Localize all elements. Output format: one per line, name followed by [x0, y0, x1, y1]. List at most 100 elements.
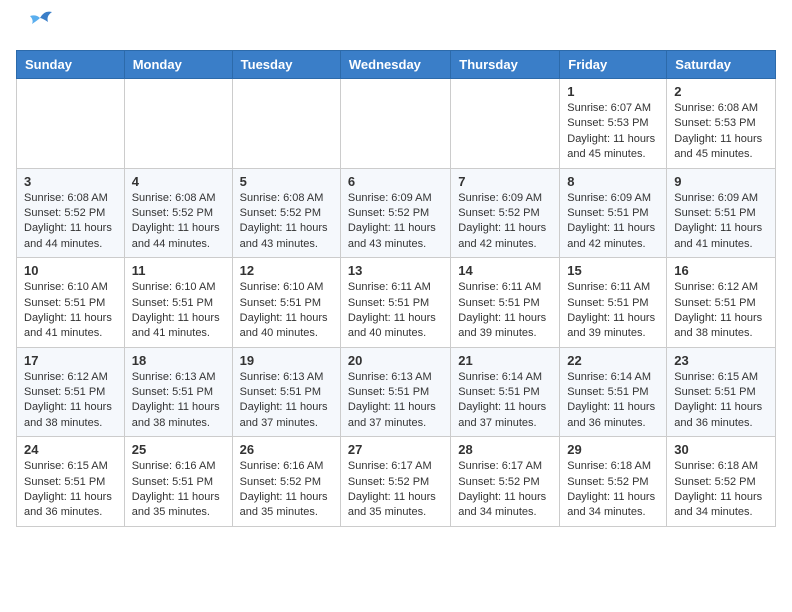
day-info: Sunrise: 6:11 AMSunset: 5:51 PMDaylight:… — [567, 280, 659, 342]
day-info: Sunrise: 6:12 AMSunset: 5:51 PMDaylight:… — [674, 280, 768, 342]
day-number: 18 — [132, 353, 225, 368]
day-info: Sunrise: 6:14 AMSunset: 5:51 PMDaylight:… — [567, 370, 659, 432]
calendar-empty-cell — [17, 79, 125, 169]
day-info: Sunrise: 6:08 AMSunset: 5:52 PMDaylight:… — [240, 191, 333, 253]
day-info: Sunrise: 6:09 AMSunset: 5:51 PMDaylight:… — [567, 191, 659, 253]
weekday-header-thursday: Thursday — [451, 51, 560, 79]
day-number: 30 — [674, 442, 768, 457]
day-number: 19 — [240, 353, 333, 368]
day-number: 11 — [132, 263, 225, 278]
calendar-day-cell: 30 Sunrise: 6:18 AMSunset: 5:52 PMDayligh… — [667, 437, 776, 527]
weekday-header-row: SundayMondayTuesdayWednesdayThursdayFrid… — [17, 51, 776, 79]
day-info: Sunrise: 6:07 AMSunset: 5:53 PMDaylight:… — [567, 101, 659, 163]
calendar-week-row: 24 Sunrise: 6:15 AMSunset: 5:51 PMDayligh… — [17, 437, 776, 527]
weekday-header-friday: Friday — [560, 51, 667, 79]
calendar-day-cell: 6 Sunrise: 6:09 AMSunset: 5:52 PMDaylight… — [340, 168, 450, 258]
calendar-day-cell: 22 Sunrise: 6:14 AMSunset: 5:51 PMDayligh… — [560, 347, 667, 437]
day-info: Sunrise: 6:18 AMSunset: 5:52 PMDaylight:… — [674, 459, 768, 521]
calendar-empty-cell — [340, 79, 450, 169]
calendar-day-cell: 24 Sunrise: 6:15 AMSunset: 5:51 PMDayligh… — [17, 437, 125, 527]
day-number: 22 — [567, 353, 659, 368]
calendar-day-cell: 28Sunrise: 6:17 AMSunset: 5:52 PMDayligh… — [451, 437, 560, 527]
logo — [16, 16, 58, 38]
day-number: 3 — [24, 174, 117, 189]
day-number: 2 — [674, 84, 768, 99]
day-number: 21 — [458, 353, 552, 368]
day-info: Sunrise: 6:15 AMSunset: 5:51 PMDaylight:… — [674, 370, 768, 432]
day-info: Sunrise: 6:12 AMSunset: 5:51 PMDaylight:… — [24, 370, 117, 432]
day-number: 16 — [674, 263, 768, 278]
calendar-day-cell: 9 Sunrise: 6:09 AMSunset: 5:51 PMDaylight… — [667, 168, 776, 258]
calendar-day-cell: 15 Sunrise: 6:11 AMSunset: 5:51 PMDayligh… — [560, 258, 667, 348]
day-info: Sunrise: 6:18 AMSunset: 5:52 PMDaylight:… — [567, 459, 659, 521]
calendar-day-cell: 29 Sunrise: 6:18 AMSunset: 5:52 PMDayligh… — [560, 437, 667, 527]
day-info: Sunrise: 6:13 AMSunset: 5:51 PMDaylight:… — [132, 370, 225, 432]
logo-bird-icon — [22, 8, 58, 38]
weekday-header-wednesday: Wednesday — [340, 51, 450, 79]
day-info: Sunrise: 6:15 AMSunset: 5:51 PMDaylight:… — [24, 459, 117, 521]
day-number: 10 — [24, 263, 117, 278]
day-number: 5 — [240, 174, 333, 189]
calendar-day-cell: 5 Sunrise: 6:08 AMSunset: 5:52 PMDaylight… — [232, 168, 340, 258]
calendar-empty-cell — [232, 79, 340, 169]
page-header — [16, 16, 776, 38]
calendar-week-row: 10 Sunrise: 6:10 AMSunset: 5:51 PMDayligh… — [17, 258, 776, 348]
calendar-day-cell: 14 Sunrise: 6:11 AMSunset: 5:51 PMDayligh… — [451, 258, 560, 348]
calendar-day-cell: 4Sunrise: 6:08 AMSunset: 5:52 PMDaylight… — [124, 168, 232, 258]
day-info: Sunrise: 6:13 AMSunset: 5:51 PMDaylight:… — [348, 370, 443, 432]
day-info: Sunrise: 6:08 AMSunset: 5:52 PMDaylight:… — [132, 191, 225, 253]
weekday-header-monday: Monday — [124, 51, 232, 79]
day-info: Sunrise: 6:11 AMSunset: 5:51 PMDaylight:… — [458, 280, 552, 342]
calendar-table: SundayMondayTuesdayWednesdayThursdayFrid… — [16, 50, 776, 527]
day-number: 24 — [24, 442, 117, 457]
calendar-empty-cell — [451, 79, 560, 169]
day-info: Sunrise: 6:08 AMSunset: 5:52 PMDaylight:… — [24, 191, 117, 253]
day-number: 20 — [348, 353, 443, 368]
calendar-day-cell: 26 Sunrise: 6:16 AMSunset: 5:52 PMDayligh… — [232, 437, 340, 527]
calendar-day-cell: 18 Sunrise: 6:13 AMSunset: 5:51 PMDayligh… — [124, 347, 232, 437]
day-info: Sunrise: 6:09 AMSunset: 5:52 PMDaylight:… — [348, 191, 443, 253]
weekday-header-saturday: Saturday — [667, 51, 776, 79]
day-info: Sunrise: 6:16 AMSunset: 5:52 PMDaylight:… — [240, 459, 333, 521]
calendar-day-cell: 13 Sunrise: 6:11 AMSunset: 5:51 PMDayligh… — [340, 258, 450, 348]
calendar-day-cell: 20 Sunrise: 6:13 AMSunset: 5:51 PMDayligh… — [340, 347, 450, 437]
calendar-day-cell: 8 Sunrise: 6:09 AMSunset: 5:51 PMDaylight… — [560, 168, 667, 258]
calendar-day-cell: 11 Sunrise: 6:10 AMSunset: 5:51 PMDayligh… — [124, 258, 232, 348]
day-number: 14 — [458, 263, 552, 278]
day-info: Sunrise: 6:10 AMSunset: 5:51 PMDaylight:… — [240, 280, 333, 342]
day-info: Sunrise: 6:11 AMSunset: 5:51 PMDaylight:… — [348, 280, 443, 342]
day-number: 17 — [24, 353, 117, 368]
calendar-day-cell: 23 Sunrise: 6:15 AMSunset: 5:51 PMDayligh… — [667, 347, 776, 437]
weekday-header-tuesday: Tuesday — [232, 51, 340, 79]
day-number: 25 — [132, 442, 225, 457]
day-info: Sunrise: 6:10 AMSunset: 5:51 PMDaylight:… — [24, 280, 117, 342]
day-number: 12 — [240, 263, 333, 278]
calendar-day-cell: 2 Sunrise: 6:08 AMSunset: 5:53 PMDaylight… — [667, 79, 776, 169]
day-number: 23 — [674, 353, 768, 368]
day-info: Sunrise: 6:14 AMSunset: 5:51 PMDaylight:… — [458, 370, 552, 432]
calendar-week-row: 17 Sunrise: 6:12 AMSunset: 5:51 PMDayligh… — [17, 347, 776, 437]
day-number: 29 — [567, 442, 659, 457]
calendar-day-cell: 27Sunrise: 6:17 AMSunset: 5:52 PMDayligh… — [340, 437, 450, 527]
calendar-week-row: 3 Sunrise: 6:08 AMSunset: 5:52 PMDaylight… — [17, 168, 776, 258]
day-number: 9 — [674, 174, 768, 189]
calendar-day-cell: 7Sunrise: 6:09 AMSunset: 5:52 PMDaylight… — [451, 168, 560, 258]
day-number: 13 — [348, 263, 443, 278]
day-number: 28 — [458, 442, 552, 457]
day-number: 7 — [458, 174, 552, 189]
day-number: 1 — [567, 84, 659, 99]
calendar-day-cell: 16 Sunrise: 6:12 AMSunset: 5:51 PMDayligh… — [667, 258, 776, 348]
day-number: 6 — [348, 174, 443, 189]
day-number: 8 — [567, 174, 659, 189]
day-info: Sunrise: 6:08 AMSunset: 5:53 PMDaylight:… — [674, 101, 768, 163]
day-number: 26 — [240, 442, 333, 457]
calendar-day-cell: 17 Sunrise: 6:12 AMSunset: 5:51 PMDayligh… — [17, 347, 125, 437]
calendar-day-cell: 3 Sunrise: 6:08 AMSunset: 5:52 PMDaylight… — [17, 168, 125, 258]
calendar-week-row: 1 Sunrise: 6:07 AMSunset: 5:53 PMDaylight… — [17, 79, 776, 169]
day-info: Sunrise: 6:17 AMSunset: 5:52 PMDaylight:… — [348, 459, 443, 521]
calendar-empty-cell — [124, 79, 232, 169]
day-info: Sunrise: 6:09 AMSunset: 5:51 PMDaylight:… — [674, 191, 768, 253]
day-info: Sunrise: 6:10 AMSunset: 5:51 PMDaylight:… — [132, 280, 225, 342]
weekday-header-sunday: Sunday — [17, 51, 125, 79]
day-number: 15 — [567, 263, 659, 278]
